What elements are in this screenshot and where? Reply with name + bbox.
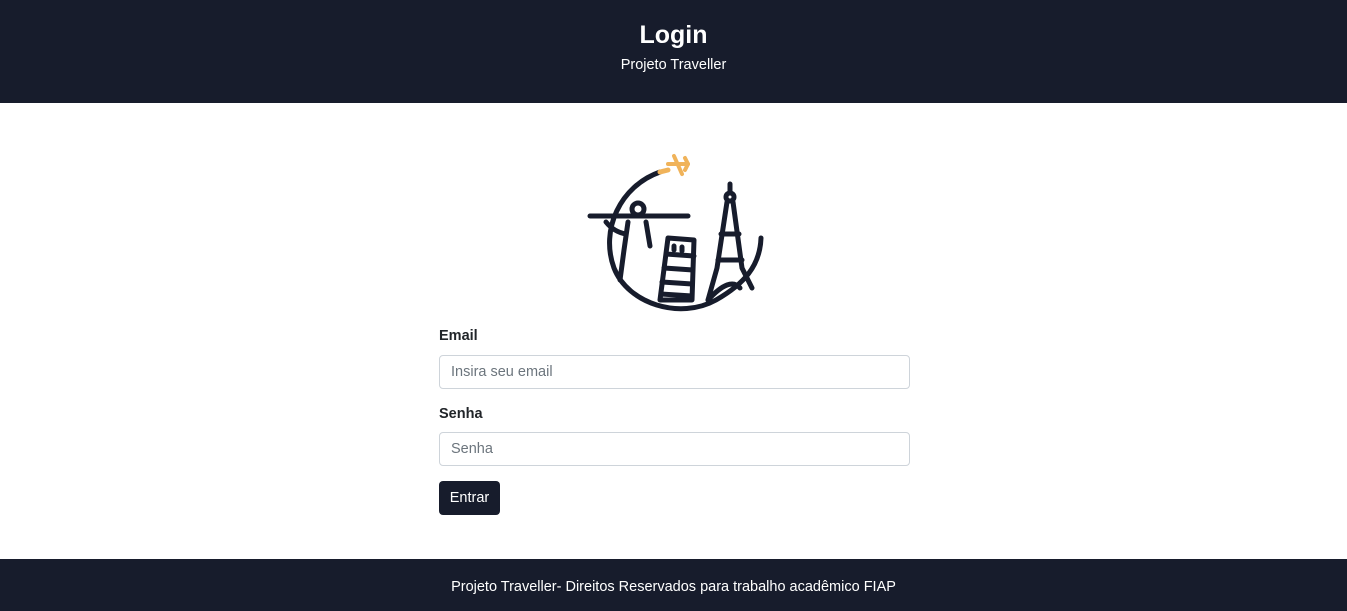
page-footer: Projeto Traveller- Direitos Reservados p… [0,559,1347,611]
password-label: Senha [439,406,483,422]
login-button[interactable]: Entrar [439,481,500,515]
page-header: Login Projeto Traveller [0,0,1347,103]
email-input[interactable] [439,355,910,389]
page-title: Login [639,21,708,49]
email-label: Email [439,328,478,344]
footer-text: Projeto Traveller- Direitos Reservados p… [451,579,896,595]
password-input[interactable] [439,432,910,466]
page-subtitle: Projeto Traveller [620,57,727,73]
travel-landmarks-logo-icon [584,150,766,320]
